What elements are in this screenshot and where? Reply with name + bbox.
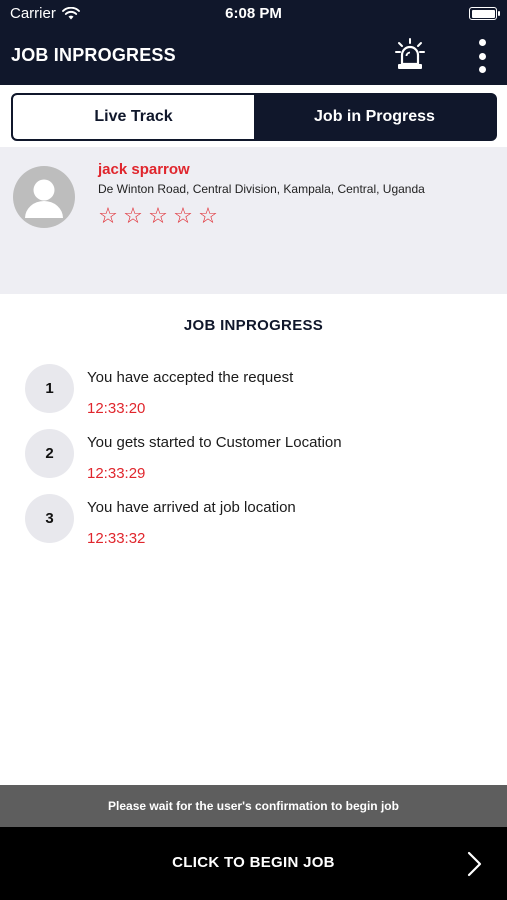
begin-job-label: CLICK TO BEGIN JOB (172, 854, 335, 871)
menu-dot (478, 52, 486, 60)
step-number-badge: 3 (25, 494, 74, 543)
siren-icon[interactable] (395, 38, 425, 70)
customer-name: jack sparrow (98, 161, 190, 178)
page-title: JOB INPROGRESS (11, 45, 176, 65)
star-icon[interactable]: ☆ (98, 204, 118, 228)
progress-step: 3 You have arrived at job location 12:33… (25, 494, 485, 559)
user-placeholder-icon (25, 179, 63, 218)
confirmation-notice: Please wait for the user's confirmation … (0, 785, 507, 827)
battery-icon (469, 7, 500, 20)
customer-card: jack sparrow De Winton Road, Central Div… (0, 147, 507, 294)
progress-step: 1 You have accepted the request 12:33:20 (25, 364, 485, 429)
step-text: You gets started to Customer Location (87, 434, 342, 451)
step-number-badge: 1 (25, 364, 74, 413)
tab-bar: Live Track Job in Progress (11, 93, 497, 141)
star-icon[interactable]: ☆ (148, 204, 168, 228)
tab-job-in-progress[interactable]: Job in Progress (254, 95, 495, 139)
step-time: 12:33:20 (87, 400, 146, 417)
more-menu-button[interactable] (470, 39, 494, 73)
star-icon[interactable]: ☆ (123, 204, 143, 228)
progress-step: 2 You gets started to Customer Location … (25, 429, 485, 494)
tab-live-track[interactable]: Live Track (13, 95, 254, 139)
step-number-badge: 2 (25, 429, 74, 478)
step-text: You have arrived at job location (87, 499, 296, 516)
status-bar: Carrier 6:08 PM (0, 0, 507, 27)
star-icon[interactable]: ☆ (198, 204, 218, 228)
battery-level (471, 9, 495, 18)
nav-bar: JOB INPROGRESS (0, 27, 507, 85)
customer-address: De Winton Road, Central Division, Kampal… (98, 182, 425, 196)
status-time: 6:08 PM (225, 5, 282, 22)
begin-job-button[interactable]: CLICK TO BEGIN JOB (0, 827, 507, 900)
section-title: JOB INPROGRESS (183, 317, 324, 334)
menu-dot (478, 39, 486, 46)
progress-steps: 1 You have accepted the request 12:33:20… (25, 364, 485, 559)
step-time: 12:33:32 (87, 530, 146, 547)
avatar (13, 166, 75, 228)
step-text: You have accepted the request (87, 369, 294, 386)
star-icon[interactable]: ☆ (173, 204, 193, 228)
menu-dot (478, 66, 486, 73)
star-rating[interactable]: ☆ ☆ ☆ ☆ ☆ (98, 204, 218, 228)
chevron-right-icon (467, 851, 482, 877)
step-time: 12:33:29 (87, 465, 146, 482)
